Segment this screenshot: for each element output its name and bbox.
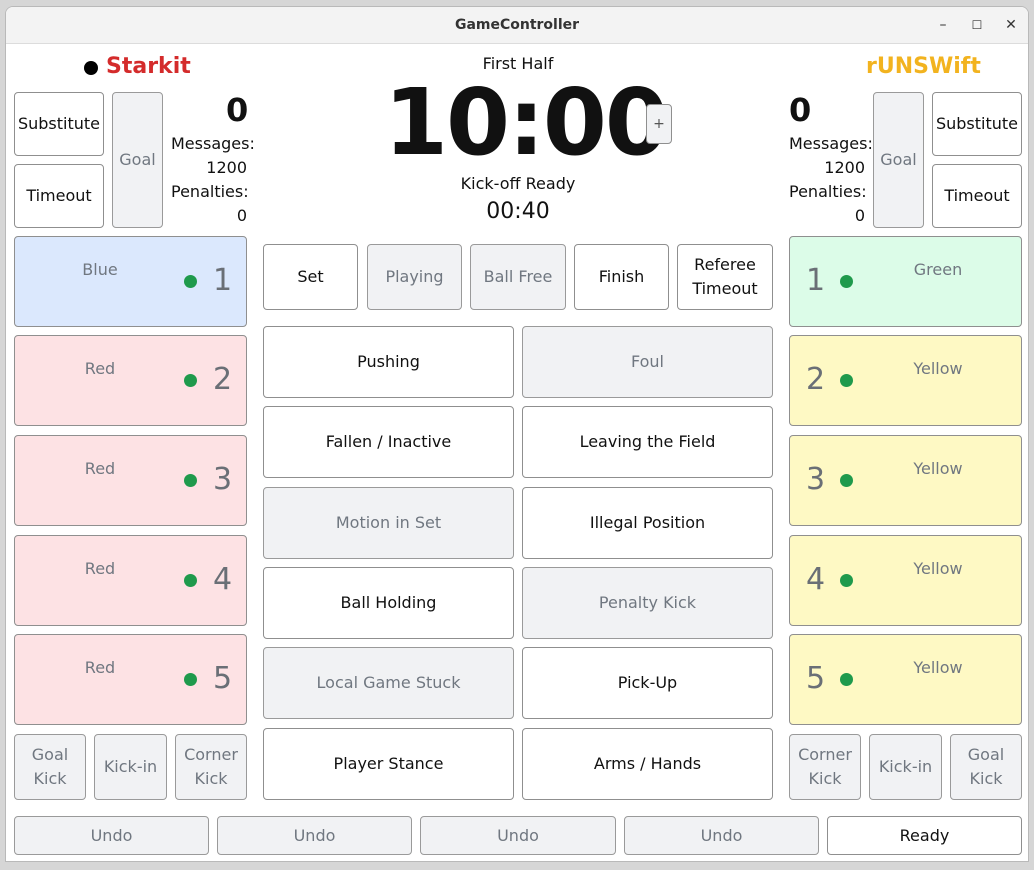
away-goal-button[interactable]: Goal bbox=[873, 92, 924, 228]
away-score: 0 bbox=[789, 91, 812, 129]
away-timeout-button[interactable]: Timeout bbox=[932, 164, 1022, 228]
away-substitute-button[interactable]: Substitute bbox=[932, 92, 1022, 156]
status-dot-icon bbox=[840, 374, 853, 387]
away-player-3[interactable]: 3 Yellow bbox=[789, 435, 1022, 526]
status-dot-icon bbox=[184, 474, 197, 487]
player-number: 2 bbox=[806, 362, 826, 397]
local-game-stuck-button[interactable]: Local Game Stuck bbox=[263, 647, 514, 719]
add-time-button[interactable]: + bbox=[646, 104, 672, 144]
undo-button-2[interactable]: Undo bbox=[217, 816, 412, 855]
home-penalties-label: Penalties: bbox=[171, 182, 249, 201]
player-color-label: Red bbox=[84, 559, 116, 578]
player-number: 1 bbox=[213, 263, 233, 298]
undo-button-1[interactable]: Undo bbox=[14, 816, 209, 855]
home-timeout-button[interactable]: Timeout bbox=[14, 164, 104, 228]
player-color-label: Yellow bbox=[913, 658, 963, 677]
referee-timeout-button[interactable]: Referee Timeout bbox=[677, 244, 773, 310]
main-clock: 10:00 bbox=[384, 69, 669, 176]
undo-button-4[interactable]: Undo bbox=[624, 816, 819, 855]
player-color-label: Red bbox=[84, 459, 116, 478]
foul-button[interactable]: Foul bbox=[522, 326, 773, 398]
home-messages-label: Messages: bbox=[171, 134, 255, 153]
leaving-the-field-button[interactable]: Leaving the Field bbox=[522, 406, 773, 478]
player-color-label: Yellow bbox=[913, 359, 963, 378]
home-corner-kick-button[interactable]: Corner Kick bbox=[175, 734, 247, 800]
title-bar: GameController – ☐ ✕ bbox=[6, 7, 1028, 44]
penalty-kick-button[interactable]: Penalty Kick bbox=[522, 567, 773, 639]
home-goal-kick-button[interactable]: Goal Kick bbox=[14, 734, 86, 800]
status-dot-icon bbox=[840, 673, 853, 686]
maximize-icon[interactable]: ☐ bbox=[966, 15, 988, 35]
arms-hands-button[interactable]: Arms / Hands bbox=[522, 728, 773, 800]
away-player-4[interactable]: 4 Yellow bbox=[789, 535, 1022, 626]
home-messages-value: 1200 bbox=[206, 158, 247, 177]
status-dot-icon bbox=[840, 275, 853, 288]
player-number: 3 bbox=[806, 462, 826, 497]
kickoff-indicator-dot bbox=[84, 61, 98, 75]
player-color-label: Red bbox=[84, 359, 116, 378]
ball-free-button[interactable]: Ball Free bbox=[470, 244, 566, 310]
player-number: 1 bbox=[806, 263, 826, 298]
away-penalties-value: 0 bbox=[854, 206, 865, 225]
status-dot-icon bbox=[840, 474, 853, 487]
pick-up-button[interactable]: Pick-Up bbox=[522, 647, 773, 719]
player-number: 3 bbox=[213, 462, 233, 497]
home-substitute-button[interactable]: Substitute bbox=[14, 92, 104, 156]
player-number: 4 bbox=[213, 562, 233, 597]
status-dot-icon bbox=[840, 574, 853, 587]
playing-button[interactable]: Playing bbox=[367, 244, 462, 310]
away-penalties-label: Penalties: bbox=[789, 182, 867, 201]
away-messages-value: 1200 bbox=[824, 158, 865, 177]
player-color-label: Blue bbox=[82, 260, 118, 279]
home-player-3[interactable]: Red 3 bbox=[14, 435, 247, 526]
fallen-inactive-button[interactable]: Fallen / Inactive bbox=[263, 406, 514, 478]
home-goal-button[interactable]: Goal bbox=[112, 92, 163, 228]
status-dot-icon bbox=[184, 275, 197, 288]
away-team-name: rUNSWift bbox=[866, 54, 981, 79]
player-number: 4 bbox=[806, 562, 826, 597]
ready-button[interactable]: Ready bbox=[827, 816, 1022, 855]
illegal-position-button[interactable]: Illegal Position bbox=[522, 487, 773, 559]
away-goal-kick-button[interactable]: Goal Kick bbox=[950, 734, 1022, 800]
home-team-name: Starkit bbox=[106, 54, 191, 79]
away-player-1[interactable]: 1 Green bbox=[789, 236, 1022, 327]
player-color-label: Yellow bbox=[913, 559, 963, 578]
player-color-label: Yellow bbox=[913, 459, 963, 478]
secondary-clock: 00:40 bbox=[486, 199, 550, 224]
player-number: 2 bbox=[213, 362, 233, 397]
close-icon[interactable]: ✕ bbox=[1000, 15, 1022, 35]
undo-button-3[interactable]: Undo bbox=[420, 816, 616, 855]
home-player-5[interactable]: Red 5 bbox=[14, 634, 247, 725]
minimize-icon[interactable]: – bbox=[932, 15, 954, 35]
player-number: 5 bbox=[213, 661, 233, 696]
away-player-5[interactable]: 5 Yellow bbox=[789, 634, 1022, 725]
motion-in-set-button[interactable]: Motion in Set bbox=[263, 487, 514, 559]
status-dot-icon bbox=[184, 574, 197, 587]
game-state: Kick-off Ready bbox=[460, 174, 576, 193]
status-dot-icon bbox=[184, 374, 197, 387]
home-penalties-value: 0 bbox=[236, 206, 247, 225]
set-button[interactable]: Set bbox=[263, 244, 358, 310]
status-dot-icon bbox=[184, 673, 197, 686]
home-player-4[interactable]: Red 4 bbox=[14, 535, 247, 626]
finish-button[interactable]: Finish bbox=[574, 244, 669, 310]
pushing-button[interactable]: Pushing bbox=[263, 326, 514, 398]
player-color-label: Red bbox=[84, 658, 116, 677]
player-stance-button[interactable]: Player Stance bbox=[263, 728, 514, 800]
away-corner-kick-button[interactable]: Corner Kick bbox=[789, 734, 861, 800]
window-title: GameController bbox=[454, 17, 580, 33]
player-number: 5 bbox=[806, 661, 826, 696]
home-score: 0 bbox=[226, 91, 249, 129]
player-color-label: Green bbox=[913, 260, 963, 279]
away-kick-in-button[interactable]: Kick-in bbox=[869, 734, 942, 800]
home-kick-in-button[interactable]: Kick-in bbox=[94, 734, 167, 800]
away-messages-label: Messages: bbox=[789, 134, 873, 153]
away-player-2[interactable]: 2 Yellow bbox=[789, 335, 1022, 426]
home-player-1[interactable]: Blue 1 bbox=[14, 236, 247, 327]
home-player-2[interactable]: Red 2 bbox=[14, 335, 247, 426]
ball-holding-button[interactable]: Ball Holding bbox=[263, 567, 514, 639]
game-controller-window: GameController – ☐ ✕ Starkit Substitute … bbox=[5, 6, 1029, 862]
